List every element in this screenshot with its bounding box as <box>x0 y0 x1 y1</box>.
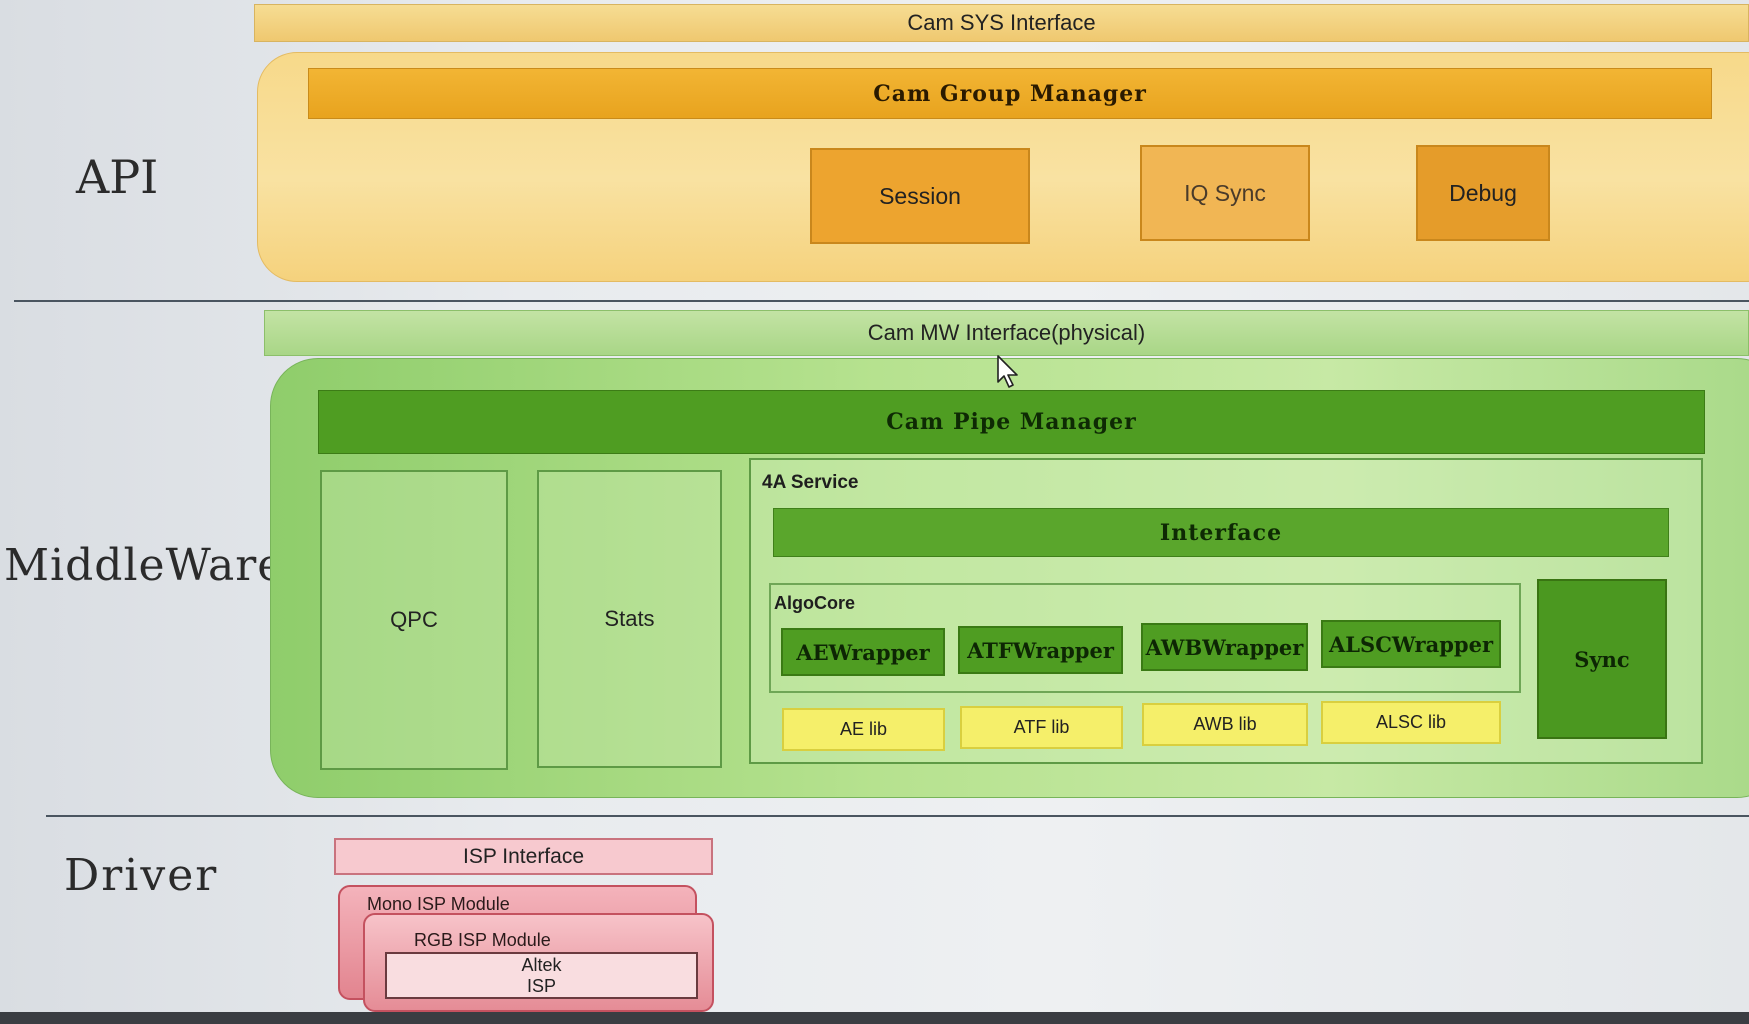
cam-group-manager-label: Cam Group Manager <box>873 80 1147 107</box>
mono-isp-module-label: Mono ISP Module <box>367 894 510 914</box>
cam-mw-interface-label: Cam MW Interface(physical) <box>867 320 1146 345</box>
awb-lib-label: AWB lib <box>1193 714 1257 734</box>
separator-middleware-driver <box>46 815 1749 817</box>
diagram-screen: API MiddleWare Driver Cam SYS Interface … <box>0 0 1749 1012</box>
ae-wrapper-label: AEWrapper <box>796 639 930 665</box>
cam-pipe-manager: Cam Pipe Manager <box>318 390 1705 454</box>
algocore-title: AlgoCore <box>774 593 855 613</box>
atf-lib: ATF lib <box>960 706 1123 749</box>
ae-lib-label: AE lib <box>839 719 888 739</box>
debug-box: Debug <box>1416 145 1550 241</box>
awb-wrapper-label: AWBWrapper <box>1145 634 1304 660</box>
cam-sys-interface-label: Cam SYS Interface <box>907 10 1096 35</box>
service-interface: Interface <box>773 508 1669 557</box>
sync-label: Sync <box>1574 646 1630 672</box>
alsc-wrapper-label: ALSCWrapper <box>1328 631 1494 657</box>
service-4a-title: 4A Service <box>762 472 859 493</box>
alsc-lib: ALSC lib <box>1321 701 1501 744</box>
session-label: Session <box>879 182 961 209</box>
awb-lib: AWB lib <box>1142 703 1308 746</box>
ae-wrapper: AEWrapper <box>781 628 945 676</box>
altek-isp-label-line2: ISP <box>526 975 556 996</box>
separator-api-middleware <box>14 300 1749 302</box>
altek-isp-label-line1: Altek <box>521 954 562 975</box>
layer-label-api: API <box>76 150 159 204</box>
iq-sync-box: IQ Sync <box>1140 145 1310 241</box>
isp-interface-label: ISP Interface <box>462 844 585 868</box>
layer-label-driver: Driver <box>64 850 219 901</box>
stats-box: Stats <box>537 470 722 768</box>
cam-group-manager: Cam Group Manager <box>308 68 1712 119</box>
ae-lib: AE lib <box>782 708 945 751</box>
cam-mw-interface: Cam MW Interface(physical) <box>264 310 1749 356</box>
debug-label: Debug <box>1449 179 1517 206</box>
cam-pipe-manager-label: Cam Pipe Manager <box>886 409 1137 435</box>
qpc-box: QPC <box>320 470 508 770</box>
alsc-lib-label: ALSC lib <box>1375 712 1447 732</box>
session-box: Session <box>810 148 1030 244</box>
awb-wrapper: AWBWrapper <box>1141 623 1308 671</box>
atf-wrapper-label: ATFWrapper <box>967 637 1114 663</box>
atf-wrapper: ATFWrapper <box>958 626 1123 674</box>
isp-interface: ISP Interface <box>334 838 713 875</box>
rgb-isp-module-label: RGB ISP Module <box>414 930 551 950</box>
alsc-wrapper: ALSCWrapper <box>1321 620 1501 668</box>
atf-lib-label: ATF lib <box>1013 717 1070 737</box>
layer-label-middleware: MiddleWare <box>4 540 285 591</box>
qpc-label: QPC <box>390 607 438 632</box>
iq-sync-label: IQ Sync <box>1184 179 1266 206</box>
cam-sys-interface: Cam SYS Interface <box>254 4 1749 42</box>
service-interface-label: Interface <box>1159 519 1283 546</box>
mouse-pointer-icon <box>997 355 1018 388</box>
sync-box: Sync <box>1537 579 1667 739</box>
stats-label: Stats <box>604 606 655 631</box>
altek-isp-box: Altek ISP <box>385 952 698 999</box>
